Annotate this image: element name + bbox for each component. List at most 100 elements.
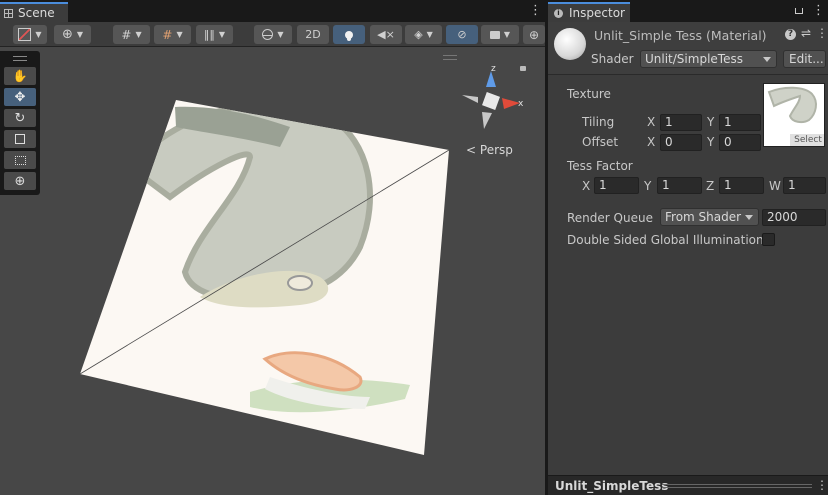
gizmo-axis-x-label: x xyxy=(518,99,524,109)
tess-x-field[interactable]: 1 xyxy=(594,177,639,194)
render-queue-dropdown[interactable]: From Shader xyxy=(660,208,759,226)
offset-x-label: X xyxy=(647,135,656,149)
overlay-drag-handle[interactable] xyxy=(443,55,457,60)
render-queue-dropdown-value: From Shader xyxy=(665,210,742,224)
shader-label: Shader xyxy=(591,52,634,66)
eye-slash-icon: ⊘ xyxy=(457,28,467,41)
increment-snap-dropdown[interactable]: # ▼ xyxy=(154,25,191,44)
hand-icon: ✋ xyxy=(12,69,28,83)
projection-toggle[interactable]: < Persp xyxy=(466,143,513,157)
render-mode-dropdown[interactable]: ▼ xyxy=(254,25,292,44)
palette-drag-handle[interactable] xyxy=(13,56,27,61)
render-queue-label: Render Queue xyxy=(567,211,653,225)
global-view-dropdown[interactable]: ⊕ ▼ xyxy=(54,25,91,44)
inspector-more-menu-icon[interactable]: ⋮ xyxy=(812,4,825,17)
shaded-mode-icon xyxy=(18,28,32,41)
tess-x-label: X xyxy=(582,179,591,193)
grid-lines-icon: ‖‖ xyxy=(203,28,215,41)
texture-thumbnail-image xyxy=(767,86,817,124)
lighting-toggle[interactable] xyxy=(333,25,365,44)
tiling-x-field[interactable]: 1 xyxy=(660,114,702,131)
double-sided-gi-label: Double Sided Global Illumination xyxy=(567,233,764,247)
audio-toggle[interactable]: ◀× xyxy=(370,25,402,44)
tess-y-field[interactable]: 1 xyxy=(657,177,702,194)
edit-button-label: Edit... xyxy=(789,52,824,66)
offset-label: Offset xyxy=(582,135,619,149)
header-more-menu-icon[interactable]: ⋮ xyxy=(816,26,828,40)
effects-layers-icon: ◈ xyxy=(414,28,423,41)
preview-title: Unlit_SimpleTess xyxy=(555,479,669,493)
scene-tab-bar: Scene ⋮ xyxy=(0,0,545,22)
double-sided-gi-checkbox[interactable] xyxy=(762,233,775,246)
scene-toolbar: ▼ ⊕ ▼ # ▼ # ▼ ‖‖ ▼ ▼ 2D ◀× ◈ ▼ ⊘ ▼ ⊕ xyxy=(0,22,545,47)
shader-edit-button[interactable]: Edit... xyxy=(783,50,826,68)
projection-label: Persp xyxy=(479,143,513,157)
lock-icon[interactable] xyxy=(520,66,526,71)
gizmo-z-axis-cone xyxy=(482,112,492,129)
scene-viewport[interactable]: z x < Persp xyxy=(0,47,545,495)
camera-dropdown[interactable]: ▼ xyxy=(481,25,519,44)
preview-bar[interactable]: Unlit_SimpleTess ⋮ xyxy=(548,475,828,495)
material-title: Unlit_Simple Tess (Material) xyxy=(594,28,767,43)
tiling-y-field[interactable]: 1 xyxy=(719,114,761,131)
info-icon: i xyxy=(554,8,563,18)
scene-more-menu-icon[interactable]: ⋮ xyxy=(529,4,542,17)
texture-label: Texture xyxy=(567,87,611,101)
mode-2d-label: 2D xyxy=(305,28,321,41)
scene-tab[interactable]: Scene xyxy=(0,2,68,22)
audio-mute-icon: ◀× xyxy=(377,28,395,41)
tiling-y-label: Y xyxy=(707,115,715,129)
sphere-icon xyxy=(262,29,274,40)
grid-visibility-dropdown[interactable]: ‖‖ ▼ xyxy=(196,25,233,44)
shader-dropdown[interactable]: Unlit/SimpleTess xyxy=(640,50,777,68)
inspector-tab-label: Inspector xyxy=(569,6,625,20)
render-queue-value-field[interactable]: 2000 xyxy=(762,209,826,226)
tess-z-label: Z xyxy=(706,179,715,193)
scene-grid-icon xyxy=(4,8,13,18)
offset-y-field[interactable]: 0 xyxy=(719,134,761,151)
presets-icon[interactable]: ⇌ xyxy=(801,26,811,40)
scene-visibility-toggle[interactable]: ⊘ xyxy=(446,25,478,44)
rotate-tool-button[interactable]: ↻ xyxy=(4,109,36,127)
inspector-tab[interactable]: i Inspector xyxy=(548,2,630,22)
offset-y-label: Y xyxy=(707,135,715,149)
gizmo-center-cube xyxy=(482,92,500,110)
hand-tool-button[interactable]: ✋ xyxy=(4,67,36,85)
chevron-down-icon: ▼ xyxy=(176,30,183,39)
shader-dropdown-value: Unlit/SimpleTess xyxy=(645,52,743,66)
tess-w-field[interactable]: 1 xyxy=(783,177,826,194)
chevron-down-icon: ▼ xyxy=(218,30,226,39)
offset-x-field[interactable]: 0 xyxy=(660,134,702,151)
material-sphere-icon xyxy=(554,28,586,60)
effects-dropdown[interactable]: ◈ ▼ xyxy=(405,25,442,44)
move-tool-button[interactable]: ✥ xyxy=(4,88,36,106)
mode-2d-toggle[interactable]: 2D xyxy=(297,25,329,44)
transform-tool-button[interactable]: ⊕ xyxy=(4,172,36,190)
grid-snap-dropdown[interactable]: # ▼ xyxy=(113,25,150,44)
rect-tool-button[interactable] xyxy=(4,151,36,169)
tess-w-label: W xyxy=(769,179,781,193)
chevron-down-icon xyxy=(745,215,753,220)
lightbulb-icon xyxy=(345,30,353,39)
move-arrows-icon: ✥ xyxy=(14,89,26,105)
grid-snap-icon: # xyxy=(121,27,132,42)
tess-factor-label: Tess Factor xyxy=(567,159,633,173)
tess-z-field[interactable]: 1 xyxy=(719,177,764,194)
texture-select-button[interactable]: Select xyxy=(790,134,824,146)
tiling-label: Tiling xyxy=(582,115,615,129)
texture-thumbnail-slot[interactable]: Select xyxy=(763,83,825,147)
scale-tool-button[interactable] xyxy=(4,130,36,148)
camera-icon xyxy=(489,30,500,39)
globe-icon: ⊕ xyxy=(61,27,73,42)
help-icon[interactable]: ? xyxy=(785,29,796,40)
preview-more-menu-icon[interactable]: ⋮ xyxy=(816,478,828,492)
draw-mode-dropdown[interactable]: ▼ xyxy=(13,25,47,44)
preview-drag-lines xyxy=(662,484,812,488)
perspective-arrow-icon: < xyxy=(466,143,477,157)
gizmo-icon: ⊕ xyxy=(528,27,540,42)
inspector-lock-icon[interactable] xyxy=(795,8,803,14)
scene-tab-label: Scene xyxy=(18,6,55,20)
gizmos-dropdown[interactable]: ⊕ xyxy=(523,25,545,44)
chevron-down-icon: ▼ xyxy=(503,30,511,39)
chevron-down-icon: ▼ xyxy=(426,30,433,39)
